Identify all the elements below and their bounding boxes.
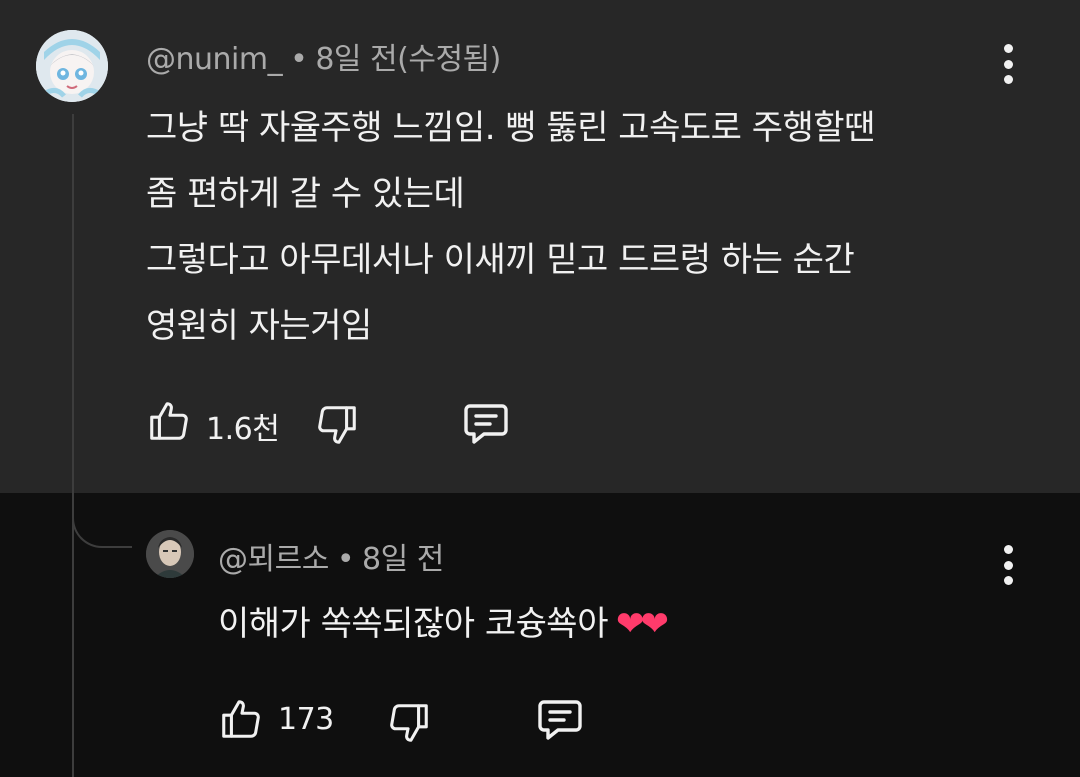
like-button[interactable]	[146, 398, 192, 448]
comment-icon	[464, 404, 508, 444]
reply-dislike-button[interactable]	[386, 700, 432, 750]
comment-text-line: 영원히 자는거임	[146, 306, 372, 346]
more-vert-icon	[1003, 545, 1013, 554]
meta-separator: •	[290, 42, 308, 77]
thumbs-down-icon	[390, 704, 428, 742]
thumbs-down-icon	[318, 406, 356, 444]
reply-avatar[interactable]	[146, 530, 194, 578]
comment-author[interactable]: @nunim_	[146, 42, 283, 77]
thumbs-up-icon	[222, 700, 260, 738]
reply-meta: @뫼르소 • 8일 전	[218, 534, 444, 578]
dislike-button[interactable]	[314, 402, 360, 452]
like-count: 1.6천	[206, 412, 280, 447]
reply-button[interactable]	[460, 400, 512, 452]
comment-meta: @nunim_ • 8일 전(수정됨)	[146, 34, 501, 78]
meta-separator: •	[336, 542, 355, 577]
avatar[interactable]	[36, 30, 108, 102]
more-vert-icon	[1003, 44, 1013, 53]
reply-text: 이해가 쏙쏙되잖아 코슝쑉아 ❤❤	[218, 596, 669, 645]
thumbs-up-icon	[150, 402, 188, 440]
reply-author[interactable]: @뫼르소	[218, 542, 329, 577]
comment-text-line: 그냥 딱 자율주행 느낌임. 뻥 뚫린 고속도로 주행할땐	[146, 108, 875, 148]
comment-time[interactable]: 8일 전(수정됨)	[315, 42, 501, 77]
reply-reply-button[interactable]	[534, 696, 586, 748]
comment-menu-button[interactable]	[998, 44, 1018, 84]
reply-like-count: 173	[278, 702, 334, 737]
comment-text-line: 좀 편하게 갈 수 있는데	[146, 174, 465, 214]
reply-time[interactable]: 8일 전	[362, 542, 444, 577]
comment-icon	[538, 700, 582, 740]
reply-text-content: 이해가 쏙쏙되잖아 코슝쑉아	[218, 604, 608, 644]
comment-text-line: 그렇다고 아무데서나 이새끼 믿고 드르렁 하는 순간	[146, 240, 855, 280]
reply-menu-button[interactable]	[998, 545, 1018, 585]
reply-like-button[interactable]	[218, 696, 264, 746]
heart-emoji: ❤❤	[615, 604, 669, 644]
thread-line	[72, 114, 74, 777]
